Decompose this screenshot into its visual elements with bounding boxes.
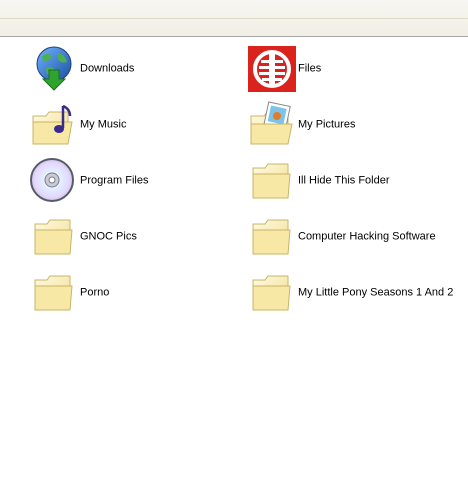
element-logo-icon xyxy=(248,44,296,92)
folder-item-my-little-pony-seasons[interactable]: My Little Pony Seasons 1 And 2 xyxy=(248,268,458,318)
folder-item-my-pictures[interactable]: My Pictures xyxy=(248,100,458,150)
music-folder-icon xyxy=(30,100,78,148)
item-label: Downloads xyxy=(80,62,135,75)
item-label: Computer Hacking Software xyxy=(298,230,436,243)
folder-item-downloads[interactable]: Downloads xyxy=(30,44,240,94)
pictures-folder-icon xyxy=(248,100,296,148)
globe-download-icon xyxy=(30,44,78,92)
folder-icon xyxy=(30,212,78,260)
item-label: Porno xyxy=(80,286,110,299)
item-label: My Music xyxy=(80,118,127,131)
folder-icon xyxy=(248,156,296,204)
file-view: Downloads Files My Music My Pictures Pro… xyxy=(0,38,468,478)
toolbar-area xyxy=(0,0,468,37)
folder-item-gnoc-pics[interactable]: GNOC Pics xyxy=(30,212,240,262)
folder-item-porno[interactable]: Porno xyxy=(30,268,240,318)
folder-item-program-files[interactable]: Program Files xyxy=(30,156,240,206)
folder-item-ill-hide-this-folder[interactable]: Ill Hide This Folder xyxy=(248,156,458,206)
item-label: Files xyxy=(298,62,322,75)
folder-item-computer-hacking-software[interactable]: Computer Hacking Software xyxy=(248,212,458,262)
item-label: My Pictures xyxy=(298,118,356,131)
cd-icon xyxy=(30,156,78,204)
item-label: GNOC Pics xyxy=(80,230,137,243)
item-label: Program Files xyxy=(80,174,149,187)
toolbar-divider xyxy=(0,18,468,19)
item-label: Ill Hide This Folder xyxy=(298,174,390,187)
folder-item-my-music[interactable]: My Music xyxy=(30,100,240,150)
folder-icon xyxy=(248,268,296,316)
folder-icon xyxy=(30,268,78,316)
folder-item-files[interactable]: Files xyxy=(248,44,458,94)
item-label: My Little Pony Seasons 1 And 2 xyxy=(298,286,454,299)
folder-icon xyxy=(248,212,296,260)
